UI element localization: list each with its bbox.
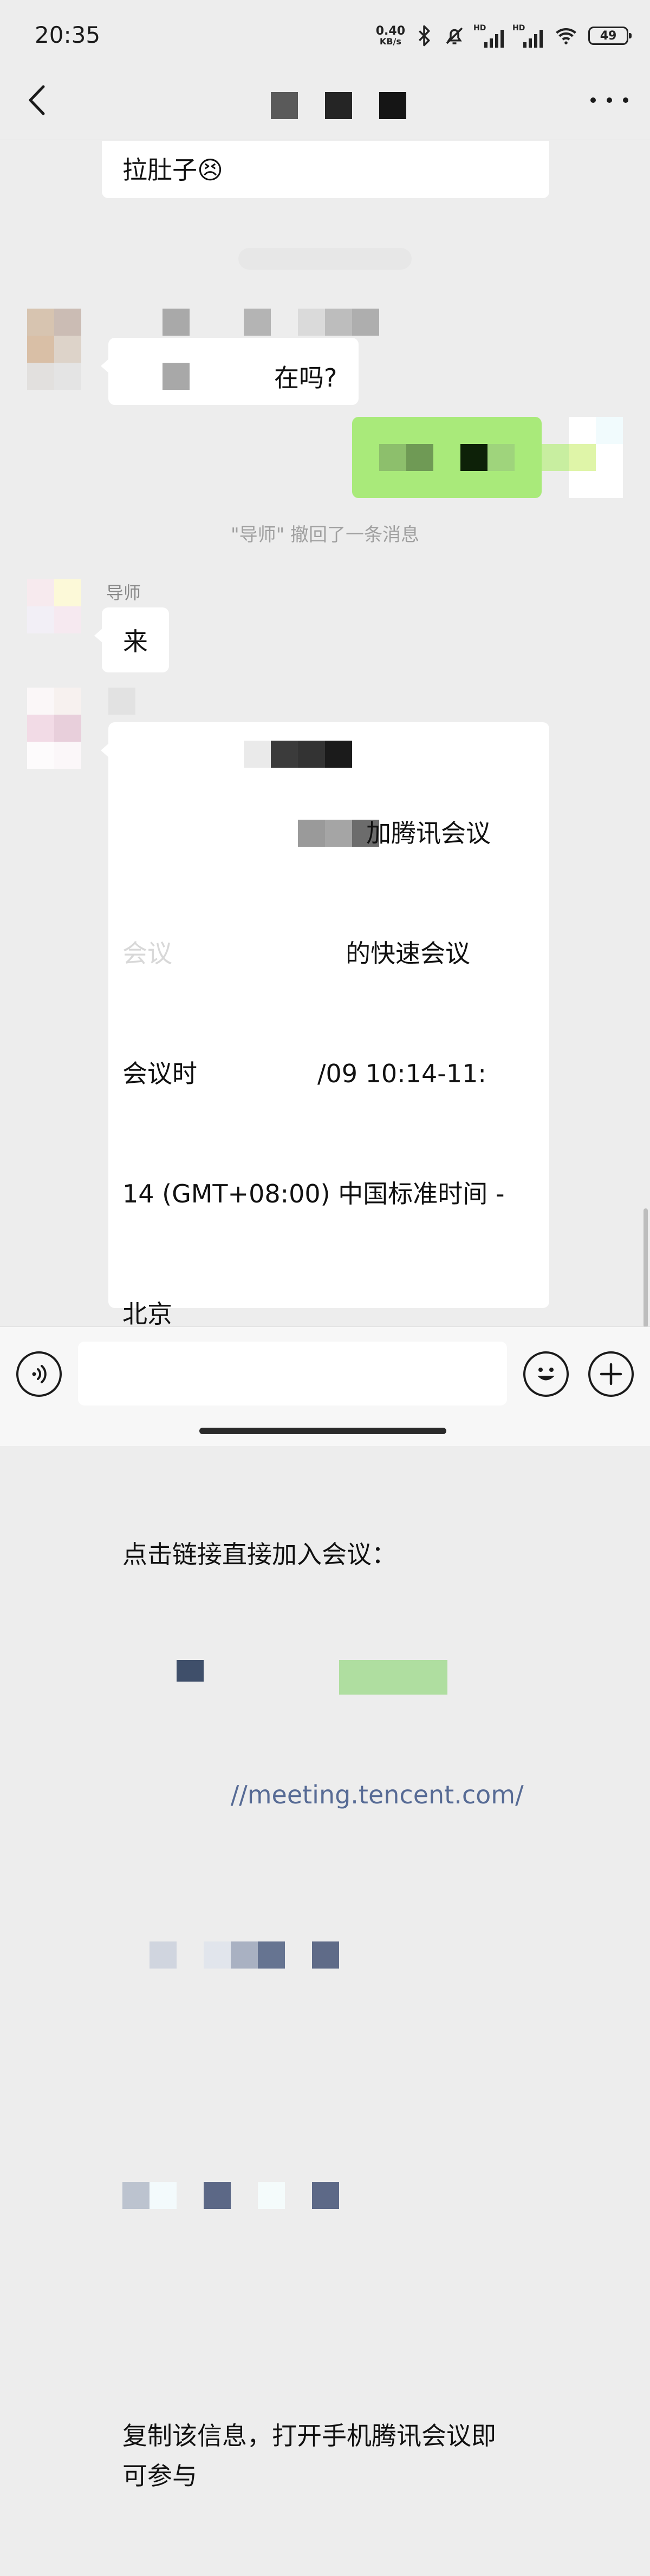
meeting-line: 加腾讯会议 bbox=[366, 819, 491, 848]
battery-level: 49 bbox=[600, 29, 617, 43]
net-speed-unit: KB/s bbox=[379, 36, 401, 47]
signal-bars-icon bbox=[523, 30, 543, 48]
emoji-button[interactable] bbox=[523, 1351, 569, 1397]
message-bubble[interactable]: 在吗? bbox=[101, 338, 359, 405]
emoji-icon bbox=[537, 1368, 555, 1381]
avatar-redacted[interactable] bbox=[27, 688, 81, 769]
ellipsis-icon bbox=[590, 97, 596, 103]
meeting-line bbox=[122, 2055, 535, 2095]
signal-sim2: HD bbox=[512, 24, 544, 48]
net-speed-value: 0.40 bbox=[375, 24, 405, 38]
message-text: 在吗? bbox=[274, 363, 337, 393]
meeting-footer: 复制该信息，打开手机腾讯会议即 可参与 bbox=[122, 2421, 496, 2490]
scrollbar-thumb[interactable] bbox=[644, 1208, 648, 1328]
redaction-block bbox=[379, 92, 406, 119]
voice-icon bbox=[32, 1365, 47, 1383]
meeting-line: 会议时/09 10:14-11: bbox=[122, 1059, 486, 1088]
sender-name: 导师 bbox=[106, 583, 141, 603]
meeting-line: 会议 的快速会议 bbox=[122, 939, 470, 968]
meeting-line-redacted bbox=[122, 2175, 535, 2215]
wifi-icon bbox=[556, 28, 576, 44]
redaction-block bbox=[177, 1660, 204, 1682]
bluetooth-icon bbox=[419, 25, 430, 47]
redaction-block bbox=[325, 92, 352, 119]
message-bubble[interactable]: 来 bbox=[94, 607, 169, 672]
meeting-line: 14 (GMT+08:00) 中国标准时间 - bbox=[122, 1179, 505, 1208]
meeting-invite-text: 加腾讯会议 会议 的快速会议 会议时/09 10:14-11: 14 (GMT+0… bbox=[122, 733, 535, 2576]
redaction-block bbox=[542, 444, 569, 471]
message-input[interactable] bbox=[78, 1342, 507, 1405]
sender-name-redacted bbox=[108, 309, 390, 336]
meeting-link[interactable]: //meeting.tencent.com/ bbox=[122, 1655, 535, 1855]
message-text: 拉肚子😣 bbox=[122, 155, 223, 185]
meeting-invite-bubble[interactable]: 加腾讯会议 会议 的快速会议 会议时/09 10:14-11: 14 (GMT+0… bbox=[101, 722, 549, 2490]
redaction-blur bbox=[238, 248, 412, 270]
status-time: 20:35 bbox=[35, 22, 101, 48]
signal-sim1: HD bbox=[473, 24, 505, 48]
link-highlight bbox=[339, 1660, 447, 1695]
redaction-block bbox=[271, 92, 298, 119]
meeting-join-label: 点击链接直接加入会议： bbox=[122, 1540, 396, 1569]
voice-button[interactable] bbox=[16, 1351, 62, 1397]
signal-bars-icon bbox=[484, 30, 504, 48]
back-button[interactable] bbox=[22, 81, 54, 119]
redaction-block bbox=[162, 363, 190, 390]
sent-bubble-redacted[interactable] bbox=[352, 417, 542, 498]
battery-indicator: 49 bbox=[588, 27, 632, 45]
more-options-button[interactable] bbox=[590, 87, 628, 114]
chat-title-redacted bbox=[271, 92, 406, 119]
meeting-line bbox=[122, 2296, 535, 2336]
net-speed: 0.40 KB/s bbox=[375, 24, 405, 47]
home-indicator[interactable] bbox=[199, 1428, 446, 1434]
meeting-line-redacted bbox=[122, 1935, 535, 1975]
avatar-redacted[interactable] bbox=[27, 579, 81, 633]
plus-button[interactable] bbox=[588, 1351, 634, 1397]
status-icons: 0.40 KB/s HD HD 49 bbox=[375, 21, 632, 51]
message-text: 来 bbox=[123, 627, 148, 656]
bell-muted-icon bbox=[446, 27, 463, 44]
chevron-left-icon bbox=[29, 85, 45, 115]
recall-notice: "导师" 撤回了一条消息 bbox=[230, 524, 420, 546]
sender-name-redacted bbox=[108, 688, 135, 715]
avatar-redacted[interactable] bbox=[569, 417, 623, 498]
avatar-redacted[interactable] bbox=[27, 309, 81, 390]
plus-icon bbox=[600, 1363, 622, 1385]
message-bubble[interactable]: 拉肚子😣 bbox=[102, 141, 549, 198]
